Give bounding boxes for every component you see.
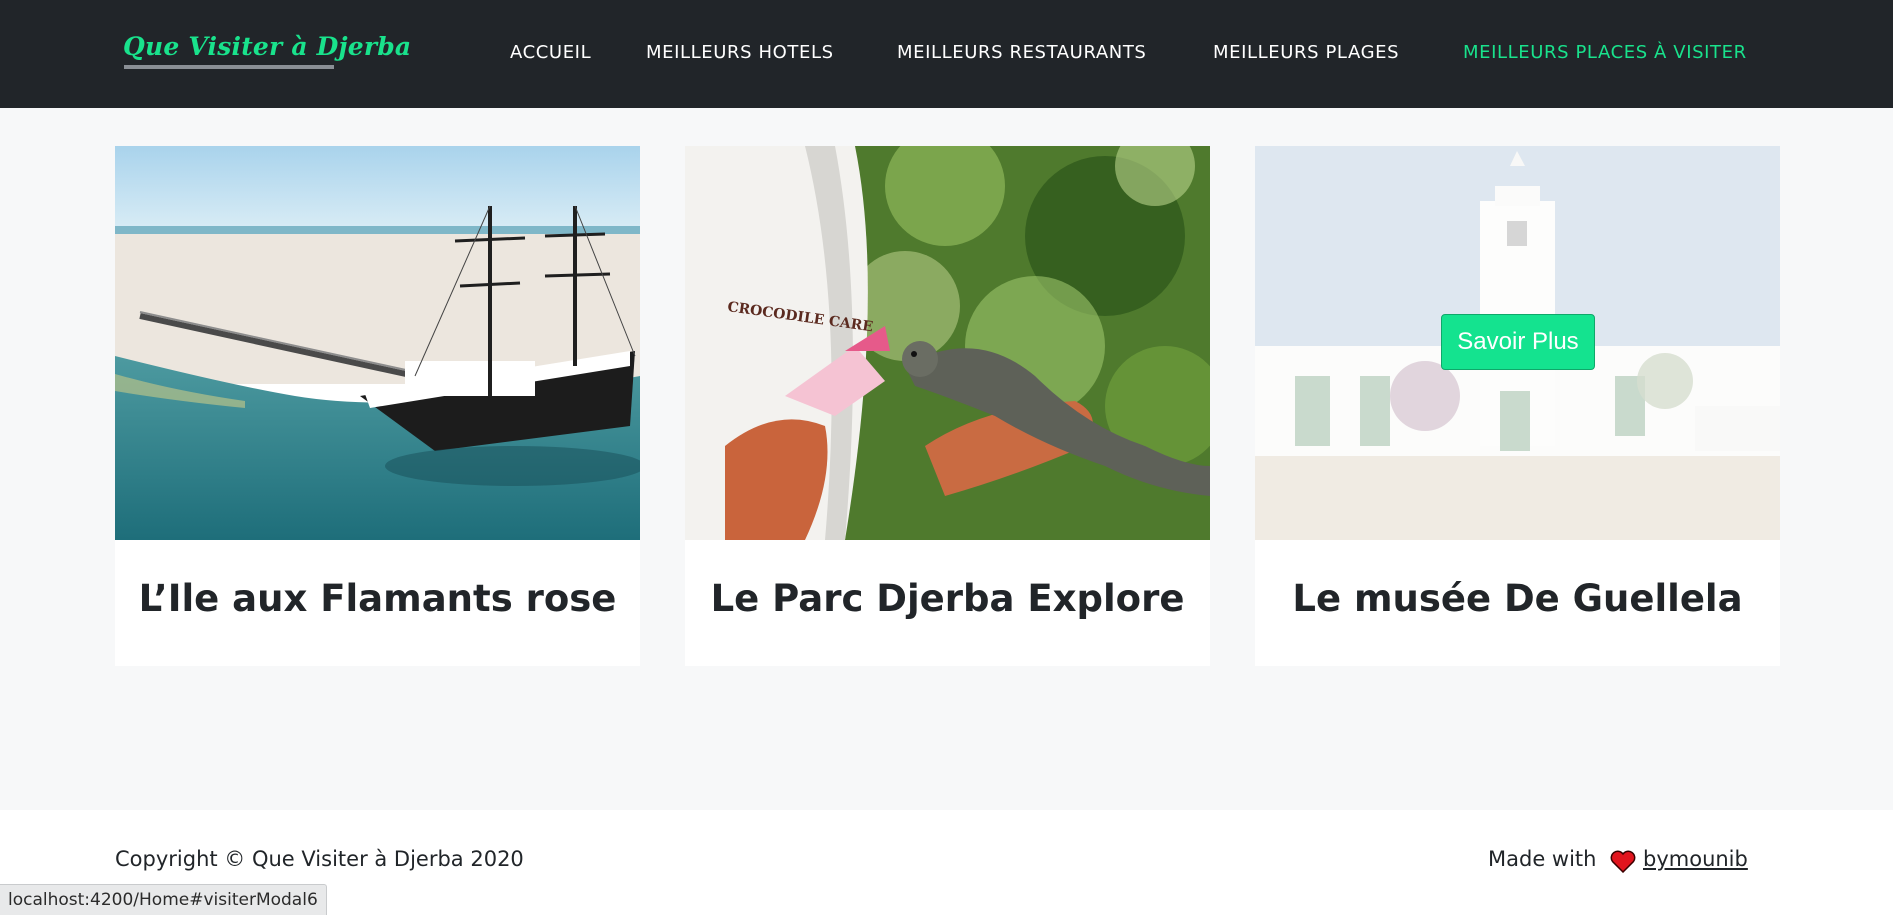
brand-underline: [124, 65, 334, 69]
card-title[interactable]: Le musée De Guellela: [1255, 574, 1780, 624]
made-with-text: Made with: [1488, 847, 1597, 871]
nav-link-hotels[interactable]: MEILLEURS HOTELS: [646, 42, 834, 64]
status-bar-url: localhost:4200/Home#visiterModal6: [0, 884, 327, 915]
author-link[interactable]: bymounib: [1643, 847, 1748, 871]
card-title[interactable]: L’Ile aux Flamants rose: [115, 574, 640, 624]
place-card[interactable]: CROCODILE CARE Le Parc Djerba Explore: [685, 146, 1210, 666]
copyright-text: Copyright © Que Visiter à Djerba 2020: [115, 847, 524, 871]
nav-link-accueil[interactable]: ACCUEIL: [510, 42, 591, 64]
card-title[interactable]: Le Parc Djerba Explore: [685, 574, 1210, 624]
heart-icon: [1610, 850, 1636, 873]
brand-logo[interactable]: Que Visiter à Djerba: [123, 32, 411, 61]
savoir-plus-button[interactable]: Savoir Plus: [1441, 314, 1595, 370]
navbar: Que Visiter à Djerba ACCUEIL MEILLEURS H…: [0, 0, 1893, 108]
nav-link-places-a-visiter[interactable]: MEILLEURS PLACES À VISITER: [1463, 42, 1747, 64]
nav-link-restaurants[interactable]: MEILLEURS RESTAURANTS: [897, 42, 1146, 64]
place-card[interactable]: L’Ile aux Flamants rose: [115, 146, 640, 666]
card-image-pirate-ship[interactable]: [115, 146, 640, 540]
nav-link-plages[interactable]: MEILLEURS PLAGES: [1213, 42, 1399, 64]
place-card[interactable]: Savoir Plus Le musée De Guellela: [1255, 146, 1780, 666]
card-image-iguana[interactable]: CROCODILE CARE: [685, 146, 1210, 540]
